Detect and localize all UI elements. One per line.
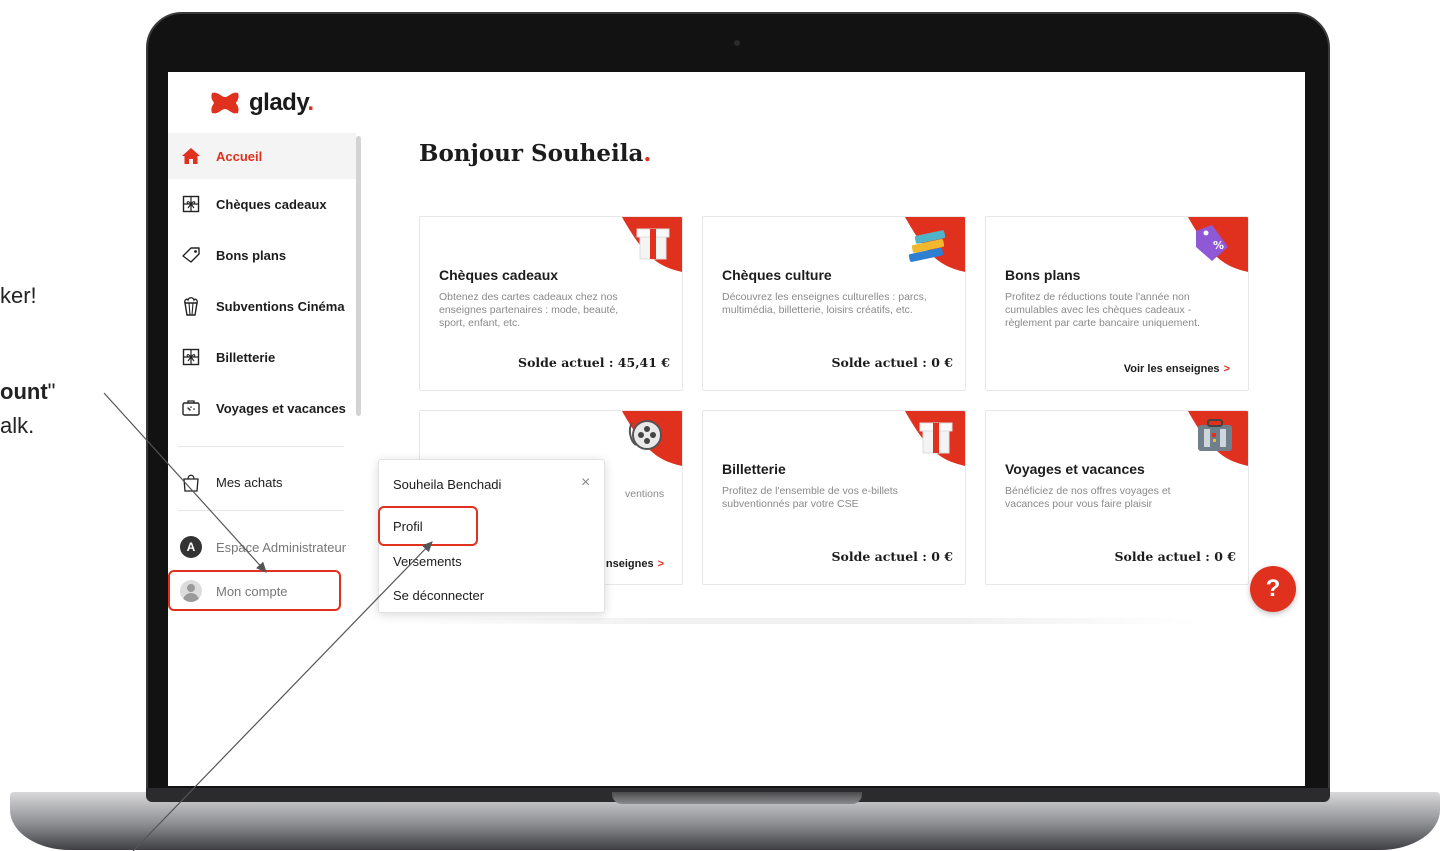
shopping-bag-icon bbox=[180, 471, 202, 493]
card-voyages[interactable]: Voyages et vacances Bénéficiez de nos of… bbox=[985, 410, 1249, 585]
sidebar-item-label: Billetterie bbox=[216, 349, 276, 365]
card-balance: Solde actuel : 45,41 € bbox=[518, 355, 670, 370]
page-title: Bonjour Souheila. bbox=[419, 140, 652, 167]
card-description: ventions bbox=[625, 488, 665, 500]
content-separator bbox=[418, 618, 1198, 624]
sidebar-item-label: Espace Administrateur bbox=[216, 539, 347, 555]
sidebar-item-mes-achats[interactable]: Mes achats bbox=[168, 459, 356, 505]
card-title: Bons plans bbox=[1005, 267, 1081, 283]
sidebar-item-accueil[interactable]: Accueil bbox=[168, 133, 356, 179]
svg-text:%: % bbox=[1213, 239, 1224, 252]
sidebar-item-billetterie[interactable]: Billetterie bbox=[168, 334, 356, 380]
suitcase-icon bbox=[180, 397, 202, 419]
sidebar-item-label: Mes achats bbox=[216, 474, 283, 490]
card-description: Obtenez des cartes cadeaux chez nos ense… bbox=[439, 291, 619, 329]
glady-logo-icon bbox=[211, 92, 239, 114]
help-button[interactable]: ? bbox=[1250, 566, 1296, 612]
sidebar-item-subventions-cinema[interactable]: Subventions Cinéma bbox=[168, 283, 356, 329]
instruction-bold: ount bbox=[0, 379, 48, 404]
gift-box-icon bbox=[180, 193, 202, 215]
card-description: Profitez de l'ensemble de vos e-billets … bbox=[722, 485, 898, 510]
books-icon bbox=[905, 217, 965, 272]
card-title: Billetterie bbox=[722, 461, 786, 477]
gift-icon bbox=[905, 411, 965, 466]
card-bons-plans[interactable]: % Bons plans Profitez de réductions tout… bbox=[985, 216, 1249, 391]
sidebar-item-label: Chèques cadeaux bbox=[216, 196, 327, 212]
card-description: Découvrez les enseignes culturelles : pa… bbox=[722, 291, 927, 316]
menu-item-versements[interactable]: Versements bbox=[393, 554, 462, 569]
highlight-profil bbox=[378, 506, 478, 546]
card-title: Chèques culture bbox=[722, 267, 832, 283]
card-description: Profitez de réductions toute l'année non… bbox=[1005, 291, 1200, 329]
glady-logo[interactable]: glady. bbox=[209, 89, 314, 117]
laptop-camera bbox=[734, 40, 740, 46]
admin-avatar: A bbox=[180, 536, 202, 558]
tag-icon bbox=[180, 244, 202, 266]
gift-icon bbox=[622, 217, 682, 272]
card-balance: Solde actuel : 0 € bbox=[831, 355, 954, 370]
sidebar-item-label: Voyages et vacances bbox=[216, 400, 346, 416]
sidebar-item-voyages[interactable]: Voyages et vacances bbox=[168, 385, 356, 431]
app-screen: glady. Accueil Chèques cadeaux Bons plan… bbox=[168, 72, 1305, 786]
sidebar-item-label: Subventions Cinéma bbox=[216, 298, 345, 314]
sidebar-divider bbox=[178, 510, 344, 511]
discount-tag-icon: % bbox=[1188, 217, 1248, 272]
highlight-mon-compte bbox=[168, 570, 341, 611]
sidebar-item-label: Bons plans bbox=[216, 247, 287, 263]
card-cheques-cadeaux[interactable]: Chèques cadeaux Obtenez des cartes cadea… bbox=[419, 216, 683, 391]
sidebar-item-bons-plans[interactable]: Bons plans bbox=[168, 232, 356, 278]
popcorn-icon bbox=[180, 295, 202, 317]
card-description: Bénéficiez de nos offres voyages et vaca… bbox=[1005, 485, 1171, 510]
card-balance: Solde actuel : 0 € bbox=[1114, 549, 1237, 564]
laptop-notch bbox=[612, 792, 862, 804]
close-icon[interactable]: × bbox=[581, 474, 590, 492]
sidebar-item-espace-admin[interactable]: A Espace Administrateur bbox=[168, 527, 356, 567]
instruction-text-2: ount" bbox=[0, 379, 55, 405]
logo-text: glady. bbox=[249, 89, 314, 116]
sidebar-item-cheques-cadeaux[interactable]: Chèques cadeaux bbox=[168, 181, 356, 227]
sidebar-scrollbar[interactable] bbox=[356, 136, 361, 416]
instruction-text-1: ker! bbox=[0, 283, 37, 308]
chevron-right-icon: > bbox=[1223, 363, 1230, 375]
instruction-quote: " bbox=[47, 379, 56, 404]
card-cheques-culture[interactable]: Chèques culture Découvrez les enseignes … bbox=[702, 216, 966, 391]
chevron-right-icon: > bbox=[657, 558, 664, 570]
see-shops-link[interactable]: Voir les enseignes > bbox=[1124, 363, 1230, 375]
see-shops-link[interactable]: nseignes > bbox=[606, 558, 664, 570]
menu-item-logout[interactable]: Se déconnecter bbox=[393, 588, 484, 603]
home-icon bbox=[180, 145, 202, 167]
card-balance: Solde actuel : 0 € bbox=[831, 549, 954, 564]
account-menu-user-name: Souheila Benchadi bbox=[393, 477, 502, 492]
sidebar-item-label: Accueil bbox=[216, 148, 263, 164]
film-reel-icon bbox=[622, 411, 682, 466]
card-title: Chèques cadeaux bbox=[439, 267, 559, 283]
sidebar: glady. Accueil Chèques cadeaux Bons plan… bbox=[168, 72, 364, 786]
ticket-icon bbox=[180, 346, 202, 368]
card-title: Voyages et vacances bbox=[1005, 461, 1145, 477]
sidebar-divider bbox=[178, 446, 344, 447]
suitcase-icon bbox=[1188, 411, 1248, 466]
instruction-text-3: alk. bbox=[0, 413, 35, 438]
card-billetterie[interactable]: Billetterie Profitez de l'ensemble de vo… bbox=[702, 410, 966, 585]
